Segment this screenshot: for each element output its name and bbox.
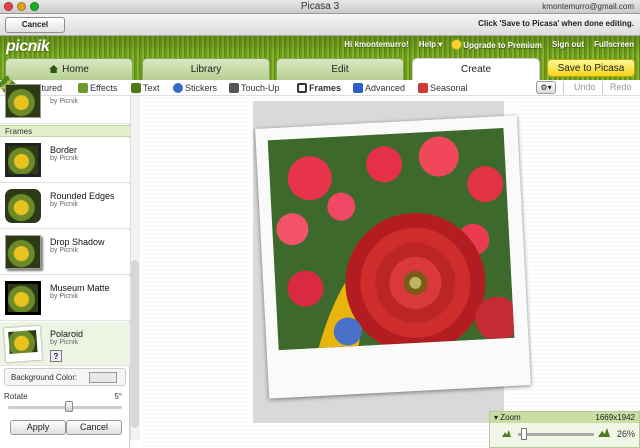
redo-button[interactable]: Redo — [610, 82, 632, 92]
zoom-in-icon[interactable] — [598, 428, 610, 437]
tool-seasonal[interactable]: Seasonal — [418, 81, 468, 95]
picasa-toolbar: Cancel Click 'Save to Picasa' when done … — [0, 14, 640, 36]
background-color-row: Background Color: — [4, 368, 126, 386]
undo-button[interactable]: Undo — [574, 82, 596, 92]
frame-author: by Picnik — [50, 247, 79, 254]
tab-create[interactable]: Create — [412, 58, 540, 80]
tool-effects[interactable]: Effects — [78, 81, 117, 95]
frame-author: by Picnik — [50, 339, 79, 346]
frame-name: Drop Shadow — [50, 237, 105, 247]
tab-edit[interactable]: Edit — [276, 58, 404, 80]
tool-frames[interactable]: Frames — [297, 81, 341, 95]
upgrade-link[interactable]: Upgrade to Premium — [452, 40, 542, 50]
frame-item-border[interactable]: Border by Picnik — [0, 138, 130, 183]
tool-touchup[interactable]: Touch-Up — [229, 81, 280, 95]
frame-name: Polaroid — [50, 329, 84, 339]
frame-thumbnail — [5, 189, 41, 223]
image-dimensions: 1669x1942 — [595, 413, 635, 422]
main-tabs: Home Library Edit Create Save to Picasa — [0, 58, 640, 80]
sun-icon — [452, 40, 462, 49]
frame-name: Rounded Edges — [50, 191, 115, 201]
zoom-panel: ▾ Zoom 1669x1942 26% — [489, 411, 640, 448]
background-color-label: Background Color: — [11, 373, 78, 382]
save-to-picasa-button[interactable]: Save to Picasa — [547, 59, 635, 77]
zoom-slider-knob[interactable] — [521, 428, 528, 440]
frame-thumbnail — [3, 279, 43, 317]
tab-library[interactable]: Library — [142, 58, 270, 80]
window-titlebar: Picasa 3 kmontemurro@gmail.com — [0, 0, 640, 14]
toolbar-divider — [602, 81, 603, 94]
text-icon — [131, 83, 141, 93]
photo-preview[interactable] — [267, 128, 515, 351]
rotate-value: 5° — [114, 392, 122, 401]
frame-author: by Picnik — [50, 155, 79, 162]
picasa-instruction-text: Click 'Save to Picasa' when done editing… — [478, 19, 634, 28]
frame-item-rounded-edges[interactable]: Rounded Edges by Picnik — [0, 184, 130, 229]
zoom-slider-track[interactable] — [518, 433, 594, 436]
picasa-cancel-button[interactable]: Cancel — [5, 17, 65, 33]
section-header-frames: Frames — [0, 125, 130, 137]
picnik-logo: picnik — [6, 38, 50, 55]
rotate-slider-knob[interactable] — [64, 401, 73, 412]
rotate-label: Rotate — [4, 392, 28, 401]
greeting-text: Hi kmontemurro! — [344, 40, 409, 49]
zoom-label: ▾ Zoom — [494, 413, 521, 422]
signout-link[interactable]: Sign out — [552, 40, 584, 50]
apply-button[interactable]: Apply — [10, 420, 66, 435]
touchup-icon — [229, 83, 239, 93]
tab-home[interactable]: Home — [5, 58, 133, 80]
advanced-icon — [353, 83, 363, 93]
frame-thumbnail — [3, 325, 43, 363]
frames-icon — [297, 83, 307, 93]
polaroid-frame-preview — [255, 115, 531, 399]
frame-name: Museum Matte — [50, 283, 110, 293]
rotate-row: Rotate 5° — [4, 392, 126, 414]
toolbar-divider — [563, 81, 564, 94]
help-menu[interactable]: Help ▾ — [419, 40, 443, 50]
account-email[interactable]: kmontemurro@gmail.com — [542, 2, 634, 11]
list-item[interactable]: by Picnik — [0, 84, 130, 124]
frame-name: Border — [50, 145, 78, 155]
frame-item-museum-matte[interactable]: Museum Matte by Picnik — [0, 276, 130, 321]
flower-photo — [267, 128, 515, 351]
frame-author: by Picnik — [50, 293, 79, 300]
help-icon[interactable]: ? — [50, 350, 62, 362]
calendar-icon — [418, 83, 428, 93]
frame-item-drop-shadow[interactable]: Drop Shadow by Picnik — [0, 230, 130, 275]
frame-item-polaroid[interactable]: Polaroid by Picnik ? — [0, 322, 130, 366]
gear-menu-button[interactable]: ⚙▾ — [536, 81, 556, 94]
home-icon — [49, 65, 59, 73]
sticker-icon — [173, 83, 183, 93]
fullscreen-link[interactable]: Fullscreen — [594, 40, 634, 50]
frame-thumbnail — [5, 84, 41, 118]
effects-icon — [78, 83, 88, 93]
zoom-header[interactable]: ▾ Zoom 1669x1942 — [490, 412, 639, 423]
zoom-out-icon[interactable] — [502, 430, 511, 437]
tool-advanced[interactable]: Advanced — [353, 81, 405, 95]
header-links: Hi kmontemurro! Help ▾ Upgrade to Premiu… — [344, 40, 634, 50]
frame-author: by Picnik — [50, 201, 79, 208]
tool-text[interactable]: Text — [131, 81, 160, 95]
frame-thumbnail — [5, 235, 41, 269]
background-color-swatch[interactable] — [89, 372, 117, 383]
tool-stickers[interactable]: Stickers — [173, 81, 217, 95]
panel-scrollbar-thumb[interactable] — [131, 260, 139, 428]
zoom-percent: 26% — [616, 429, 635, 439]
frame-thumbnail — [5, 143, 41, 177]
cancel-button[interactable]: Cancel — [66, 420, 122, 435]
